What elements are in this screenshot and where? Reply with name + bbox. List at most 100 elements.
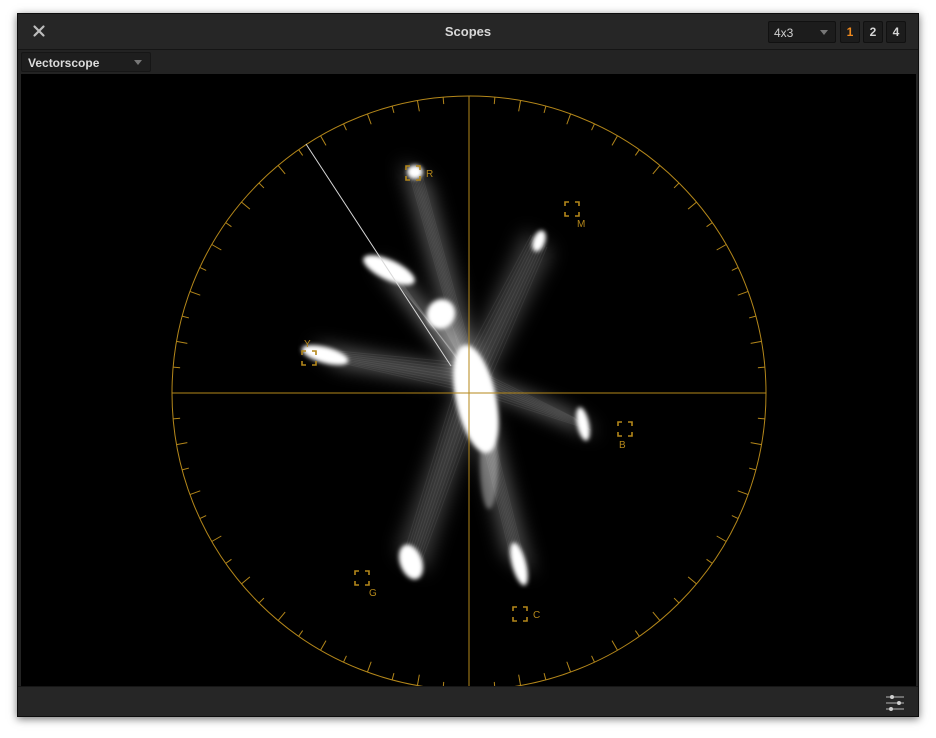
vectorscope-graticule: R M B C G Y	[171, 95, 767, 686]
graticule-tick	[416, 674, 420, 686]
layout-select[interactable]: 4x3	[768, 21, 836, 43]
graticule-tick	[277, 611, 286, 621]
graticule-tick	[748, 467, 757, 471]
graticule-tick	[211, 535, 222, 542]
scope-count-4-button[interactable]: 4	[886, 21, 906, 43]
close-button[interactable]	[30, 22, 48, 40]
graticule-tick	[343, 655, 347, 663]
graticule-tick	[258, 597, 265, 604]
graticule-tick	[320, 135, 327, 146]
title-bar: Scopes 4x3 1 2 4	[18, 14, 918, 50]
graticule-tick	[366, 661, 372, 673]
graticule-tick	[189, 290, 201, 296]
graticule-tick	[750, 340, 762, 344]
graticule-tick	[258, 182, 265, 189]
graticule-tick	[518, 100, 522, 112]
graticule-tick	[566, 113, 572, 125]
graticule-tick	[181, 315, 190, 319]
graticule-tick	[211, 244, 222, 251]
graticule-tick	[652, 611, 661, 621]
graticule-tick	[737, 490, 749, 496]
target-g: G	[354, 570, 377, 599]
target-m: M	[564, 201, 585, 230]
graticule-tick	[706, 222, 713, 228]
graticule-tick	[591, 123, 595, 131]
scope-count-1-button[interactable]: 1	[840, 21, 860, 43]
target-y-label: Y	[304, 339, 311, 350]
trace-blob	[363, 255, 415, 285]
graticule-tick	[225, 222, 232, 228]
graticule-tick	[611, 135, 618, 146]
graticule-tick	[634, 630, 640, 637]
graticule-tick	[750, 442, 762, 446]
graticule-tick	[241, 576, 251, 585]
graticule-tick	[543, 672, 547, 681]
graticule-tick	[518, 674, 522, 686]
graticule-tick	[366, 113, 372, 125]
target-b-label: B	[619, 440, 626, 451]
graticule-tick	[757, 417, 765, 420]
graticule-tick	[298, 149, 304, 156]
graticule-tick	[225, 558, 232, 564]
graticule-tick	[391, 105, 395, 114]
graticule-tick	[391, 672, 395, 681]
sliders-icon	[886, 695, 904, 711]
graticule-tick	[189, 490, 201, 496]
graticule-tick	[731, 267, 739, 271]
scope-settings-button[interactable]	[884, 693, 906, 713]
graticule-tick	[757, 366, 765, 369]
trace-center-tail	[480, 419, 498, 509]
graticule-tick	[716, 244, 727, 251]
target-m-label: M	[577, 219, 585, 230]
graticule-tick	[416, 100, 420, 112]
bottom-bar	[18, 686, 918, 716]
target-r-label: R	[426, 169, 433, 180]
close-icon	[33, 25, 45, 37]
scope-type-value: Vectorscope	[28, 56, 100, 70]
target-b: B	[617, 421, 633, 451]
graticule-tick	[673, 597, 680, 604]
trace-streak	[472, 240, 540, 380]
layout-select-value: 4x3	[774, 26, 794, 40]
target-c: C	[512, 606, 540, 622]
graticule-tick	[673, 182, 680, 189]
graticule-tick	[748, 315, 757, 319]
graticule-tick	[199, 267, 207, 271]
graticule-tick	[320, 640, 327, 651]
scope-toolbar: Vectorscope	[18, 50, 918, 73]
graticule-tick	[566, 661, 572, 673]
trace-streak	[475, 242, 542, 384]
vectorscope-display: R M B C G Y	[21, 74, 916, 686]
graticule-tick	[543, 105, 547, 114]
graticule-tick	[173, 417, 181, 420]
graticule-tick	[442, 97, 445, 105]
scopes-window: Scopes 4x3 1 2 4 Vectorscope R M B C G Y	[17, 13, 919, 717]
graticule-lines	[171, 95, 767, 686]
graticule-tick	[298, 630, 304, 637]
graticule-tick	[706, 558, 713, 564]
graticule-tick	[634, 149, 640, 156]
graticule-tick	[241, 201, 251, 210]
graticule-tick	[687, 576, 697, 585]
target-c-label: C	[533, 610, 540, 621]
graticule-tick	[343, 123, 347, 131]
scope-count-2-button[interactable]: 2	[863, 21, 883, 43]
graticule-tick	[176, 340, 188, 344]
chevron-down-icon	[134, 60, 142, 65]
graticule-tick	[173, 366, 181, 369]
graticule-tick	[493, 97, 496, 105]
target-g-label: G	[369, 588, 377, 599]
graticule-tick	[199, 515, 207, 519]
graticule-tick	[277, 165, 286, 175]
vectorscope-trace	[301, 162, 597, 586]
graticule-tick	[611, 640, 618, 651]
trace-streak	[470, 239, 538, 376]
graticule-tick	[591, 655, 595, 663]
graticule-tick	[716, 535, 727, 542]
graticule-tick	[181, 467, 190, 471]
graticule-tick	[737, 290, 749, 296]
graticule-tick	[731, 515, 739, 519]
graticule-tick	[176, 442, 188, 446]
chevron-down-icon	[820, 30, 828, 35]
scope-type-select[interactable]: Vectorscope	[21, 52, 151, 72]
